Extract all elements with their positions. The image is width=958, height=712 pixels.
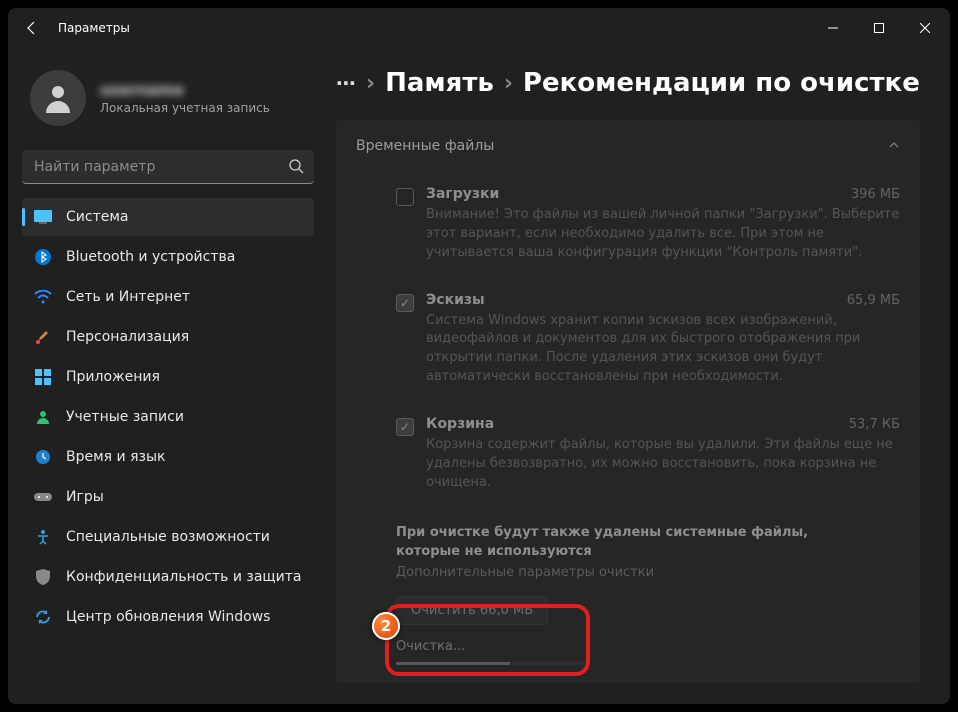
sidebar-item-label: Конфиденциальность и защита [66,569,301,585]
maximize-button[interactable] [856,8,902,48]
profile-sub: Локальная учетная запись [100,101,270,115]
chevron-right-icon: › [366,71,375,96]
sidebar-item-bluetooth[interactable]: Bluetooth и устройства [22,238,314,276]
sidebar-item-label: Приложения [66,369,160,385]
item-size: 65,9 МБ [835,293,900,308]
sidebar: username Локальная учетная запись Систем… [8,48,328,704]
item-size: 396 МБ [839,187,900,202]
sidebar-item-privacy[interactable]: Конфиденциальность и защита [22,558,314,596]
item-title: Загрузки [426,186,499,202]
breadcrumb-storage[interactable]: Память [385,68,494,98]
annotation-badge-2: 2 [372,612,400,640]
cleanup-note: При очистке будут также удалены системны… [396,524,860,560]
cleanup-item-recycle: Корзина 53,7 КБ Корзина содержит файлы, … [336,401,920,507]
brush-icon [34,328,52,346]
nav-list: Система Bluetooth и устройства Сеть и Ин… [22,198,314,636]
accounts-icon [34,408,52,426]
breadcrumb: ⋯ › Память › Рекомендации по очистке [336,68,920,98]
search-box[interactable] [22,150,314,184]
item-desc: Внимание! Это файлы из вашей личной папк… [426,206,900,263]
sidebar-item-update[interactable]: Центр обновления Windows [22,598,314,636]
clean-button[interactable]: Очистить 66,0 МБ [396,596,548,625]
checkbox-recycle[interactable] [396,418,414,436]
sidebar-item-label: Сеть и Интернет [66,289,190,305]
sidebar-item-apps[interactable]: Приложения [22,358,314,396]
search-icon [288,158,304,178]
item-title: Корзина [426,416,494,432]
system-icon [34,208,52,226]
sidebar-item-label: Специальные возможности [66,529,270,545]
avatar [30,70,86,126]
profile-name: username [100,81,270,99]
item-size: 53,7 КБ [837,417,900,432]
item-title: Эскизы [426,292,485,308]
chevron-up-icon [888,136,900,155]
sidebar-item-system[interactable]: Система [22,198,314,236]
checkbox-thumbnails[interactable] [396,294,414,312]
sidebar-item-label: Игры [66,489,104,505]
sidebar-item-label: Bluetooth и устройства [66,249,235,265]
sidebar-item-games[interactable]: Игры [22,478,314,516]
window-title: Параметры [58,21,130,35]
clock-icon [34,448,52,466]
bluetooth-icon [34,248,52,266]
chevron-right-icon: › [504,71,513,96]
sidebar-item-accounts[interactable]: Учетные записи [22,398,314,436]
sidebar-item-label: Время и язык [66,449,165,465]
progress-label: Очистка... [396,639,586,654]
cleanup-item-thumbnails: Эскизы 65,9 МБ Система Windows хранит ко… [336,277,920,401]
titlebar: Параметры [8,8,950,48]
sidebar-item-network[interactable]: Сеть и Интернет [22,278,314,316]
shield-icon [34,568,52,586]
close-button[interactable] [902,8,948,48]
sidebar-item-time[interactable]: Время и язык [22,438,314,476]
wifi-icon [34,288,52,306]
advanced-cleanup-link[interactable]: Дополнительные параметры очистки [396,565,860,580]
sidebar-item-label: Система [66,209,128,225]
panel-header[interactable]: Временные файлы [336,120,920,171]
back-button[interactable] [10,8,54,48]
sidebar-item-label: Учетные записи [66,409,184,425]
breadcrumb-overflow[interactable]: ⋯ [336,73,356,93]
breadcrumb-current: Рекомендации по очистке [523,68,920,98]
item-desc: Корзина содержит файлы, которые вы удали… [426,436,900,493]
cleanup-item-downloads: Загрузки 396 МБ Внимание! Это файлы из в… [336,171,920,277]
gamepad-icon [34,488,52,506]
sidebar-item-personalization[interactable]: Персонализация [22,318,314,356]
profile-block[interactable]: username Локальная учетная запись [22,56,314,146]
search-input[interactable] [22,150,314,184]
panel-title: Временные файлы [356,138,494,154]
apps-icon [34,368,52,386]
update-icon [34,608,52,626]
cleanup-progress: Очистка... [396,639,586,665]
main-content: ⋯ › Память › Рекомендации по очистке Вре… [328,48,950,704]
temp-files-panel: Временные файлы Загрузки 396 МБ Внимание… [336,120,920,683]
sidebar-item-accessibility[interactable]: Специальные возможности [22,518,314,556]
sidebar-item-label: Центр обновления Windows [66,609,270,625]
checkbox-downloads[interactable] [396,188,414,206]
minimize-button[interactable] [810,8,856,48]
item-desc: Система Windows хранит копии эскизов все… [426,312,900,387]
sidebar-item-label: Персонализация [66,329,189,345]
accessibility-icon [34,528,52,546]
